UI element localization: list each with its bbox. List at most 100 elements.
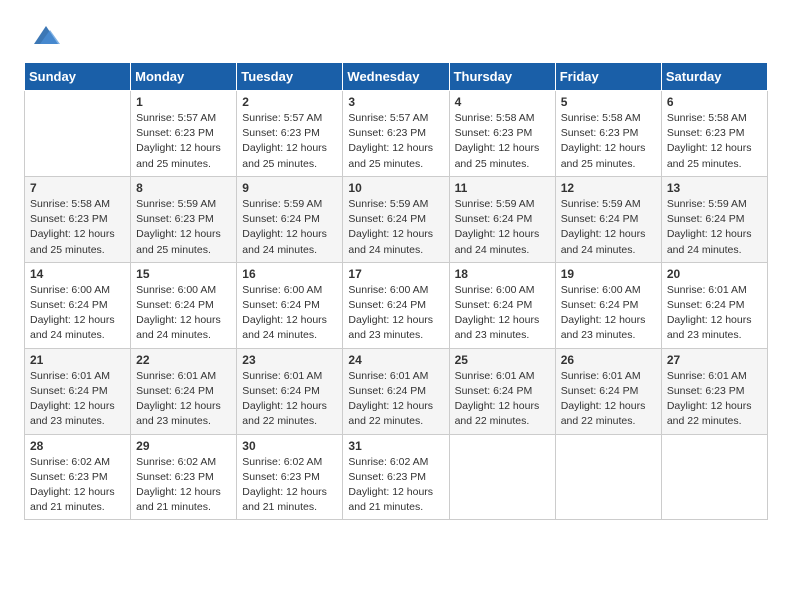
day-info: Sunrise: 6:01 AMSunset: 6:24 PMDaylight:…	[667, 283, 762, 344]
day-cell: 20Sunrise: 6:01 AMSunset: 6:24 PMDayligh…	[661, 262, 767, 348]
header-cell-monday: Monday	[131, 63, 237, 91]
day-info: Sunrise: 5:57 AMSunset: 6:23 PMDaylight:…	[242, 111, 337, 172]
week-row-1: 1 Sunrise: 5:57 AMSunset: 6:23 PMDaylight…	[25, 91, 768, 177]
day-number: 23	[242, 353, 337, 367]
day-info: Sunrise: 6:00 AMSunset: 6:24 PMDaylight:…	[136, 283, 231, 344]
day-info: Sunrise: 5:59 AMSunset: 6:24 PMDaylight:…	[348, 197, 443, 258]
logo-icon	[30, 22, 62, 48]
day-cell: 23Sunrise: 6:01 AMSunset: 6:24 PMDayligh…	[237, 348, 343, 434]
day-cell: 11 Sunrise: 5:59 AMSunset: 6:24 PMDayligh…	[449, 176, 555, 262]
day-info: Sunrise: 6:00 AMSunset: 6:24 PMDaylight:…	[455, 283, 550, 344]
day-number: 8	[136, 181, 231, 195]
day-info: Sunrise: 5:58 AMSunset: 6:23 PMDaylight:…	[561, 111, 656, 172]
day-number: 17	[348, 267, 443, 281]
day-cell: 2 Sunrise: 5:57 AMSunset: 6:23 PMDaylight…	[237, 91, 343, 177]
day-info: Sunrise: 6:01 AMSunset: 6:24 PMDaylight:…	[455, 369, 550, 430]
day-info: Sunrise: 5:59 AMSunset: 6:24 PMDaylight:…	[667, 197, 762, 258]
day-info: Sunrise: 5:58 AMSunset: 6:23 PMDaylight:…	[30, 197, 125, 258]
day-info: Sunrise: 5:59 AMSunset: 6:24 PMDaylight:…	[561, 197, 656, 258]
day-cell: 5 Sunrise: 5:58 AMSunset: 6:23 PMDaylight…	[555, 91, 661, 177]
day-number: 5	[561, 95, 656, 109]
day-info: Sunrise: 6:02 AMSunset: 6:23 PMDaylight:…	[30, 455, 125, 516]
day-number: 6	[667, 95, 762, 109]
day-number: 7	[30, 181, 125, 195]
day-number: 26	[561, 353, 656, 367]
day-info: Sunrise: 6:00 AMSunset: 6:24 PMDaylight:…	[30, 283, 125, 344]
day-number: 29	[136, 439, 231, 453]
day-info: Sunrise: 6:01 AMSunset: 6:24 PMDaylight:…	[561, 369, 656, 430]
logo	[24, 20, 62, 48]
day-info: Sunrise: 6:02 AMSunset: 6:23 PMDaylight:…	[136, 455, 231, 516]
day-number: 11	[455, 181, 550, 195]
week-row-2: 7 Sunrise: 5:58 AMSunset: 6:23 PMDaylight…	[25, 176, 768, 262]
header	[24, 20, 768, 48]
day-info: Sunrise: 5:59 AMSunset: 6:24 PMDaylight:…	[455, 197, 550, 258]
day-number: 18	[455, 267, 550, 281]
week-row-3: 14Sunrise: 6:00 AMSunset: 6:24 PMDayligh…	[25, 262, 768, 348]
day-cell: 15 Sunrise: 6:00 AMSunset: 6:24 PMDayligh…	[131, 262, 237, 348]
day-cell: 3 Sunrise: 5:57 AMSunset: 6:23 PMDaylight…	[343, 91, 449, 177]
day-cell	[449, 434, 555, 520]
day-cell: 27Sunrise: 6:01 AMSunset: 6:23 PMDayligh…	[661, 348, 767, 434]
header-cell-sunday: Sunday	[25, 63, 131, 91]
day-cell: 14Sunrise: 6:00 AMSunset: 6:24 PMDayligh…	[25, 262, 131, 348]
day-number: 4	[455, 95, 550, 109]
day-info: Sunrise: 6:01 AMSunset: 6:24 PMDaylight:…	[348, 369, 443, 430]
day-cell: 8Sunrise: 5:59 AMSunset: 6:23 PMDaylight…	[131, 176, 237, 262]
day-cell: 16 Sunrise: 6:00 AMSunset: 6:24 PMDayligh…	[237, 262, 343, 348]
day-info: Sunrise: 5:58 AMSunset: 6:23 PMDaylight:…	[455, 111, 550, 172]
day-cell: 12 Sunrise: 5:59 AMSunset: 6:24 PMDayligh…	[555, 176, 661, 262]
day-info: Sunrise: 6:02 AMSunset: 6:23 PMDaylight:…	[348, 455, 443, 516]
day-info: Sunrise: 6:00 AMSunset: 6:24 PMDaylight:…	[242, 283, 337, 344]
day-number: 28	[30, 439, 125, 453]
header-cell-wednesday: Wednesday	[343, 63, 449, 91]
day-cell: 7 Sunrise: 5:58 AMSunset: 6:23 PMDaylight…	[25, 176, 131, 262]
day-info: Sunrise: 6:01 AMSunset: 6:23 PMDaylight:…	[667, 369, 762, 430]
day-cell: 30 Sunrise: 6:02 AMSunset: 6:23 PMDayligh…	[237, 434, 343, 520]
day-cell: 17Sunrise: 6:00 AMSunset: 6:24 PMDayligh…	[343, 262, 449, 348]
day-info: Sunrise: 6:01 AMSunset: 6:24 PMDaylight:…	[30, 369, 125, 430]
day-cell: 21Sunrise: 6:01 AMSunset: 6:24 PMDayligh…	[25, 348, 131, 434]
day-number: 1	[136, 95, 231, 109]
day-number: 24	[348, 353, 443, 367]
day-cell: 18 Sunrise: 6:00 AMSunset: 6:24 PMDayligh…	[449, 262, 555, 348]
day-number: 3	[348, 95, 443, 109]
day-cell: 25 Sunrise: 6:01 AMSunset: 6:24 PMDayligh…	[449, 348, 555, 434]
day-number: 22	[136, 353, 231, 367]
day-cell: 13Sunrise: 5:59 AMSunset: 6:24 PMDayligh…	[661, 176, 767, 262]
day-number: 25	[455, 353, 550, 367]
day-number: 30	[242, 439, 337, 453]
day-number: 31	[348, 439, 443, 453]
day-cell: 31 Sunrise: 6:02 AMSunset: 6:23 PMDayligh…	[343, 434, 449, 520]
day-cell: 4 Sunrise: 5:58 AMSunset: 6:23 PMDaylight…	[449, 91, 555, 177]
day-cell: 22 Sunrise: 6:01 AMSunset: 6:24 PMDayligh…	[131, 348, 237, 434]
week-row-5: 28 Sunrise: 6:02 AMSunset: 6:23 PMDayligh…	[25, 434, 768, 520]
calendar-table: SundayMondayTuesdayWednesdayThursdayFrid…	[24, 62, 768, 520]
day-info: Sunrise: 5:58 AMSunset: 6:23 PMDaylight:…	[667, 111, 762, 172]
day-info: Sunrise: 6:01 AMSunset: 6:24 PMDaylight:…	[136, 369, 231, 430]
day-cell: 19Sunrise: 6:00 AMSunset: 6:24 PMDayligh…	[555, 262, 661, 348]
day-cell: 10Sunrise: 5:59 AMSunset: 6:24 PMDayligh…	[343, 176, 449, 262]
day-cell: 28 Sunrise: 6:02 AMSunset: 6:23 PMDayligh…	[25, 434, 131, 520]
day-number: 15	[136, 267, 231, 281]
day-number: 9	[242, 181, 337, 195]
header-cell-tuesday: Tuesday	[237, 63, 343, 91]
day-cell	[25, 91, 131, 177]
day-number: 12	[561, 181, 656, 195]
week-row-4: 21Sunrise: 6:01 AMSunset: 6:24 PMDayligh…	[25, 348, 768, 434]
day-info: Sunrise: 5:57 AMSunset: 6:23 PMDaylight:…	[348, 111, 443, 172]
header-cell-saturday: Saturday	[661, 63, 767, 91]
day-number: 2	[242, 95, 337, 109]
day-info: Sunrise: 5:57 AMSunset: 6:23 PMDaylight:…	[136, 111, 231, 172]
day-info: Sunrise: 5:59 AMSunset: 6:24 PMDaylight:…	[242, 197, 337, 258]
header-cell-friday: Friday	[555, 63, 661, 91]
day-info: Sunrise: 6:02 AMSunset: 6:23 PMDaylight:…	[242, 455, 337, 516]
day-cell: 24 Sunrise: 6:01 AMSunset: 6:24 PMDayligh…	[343, 348, 449, 434]
calendar-header: SundayMondayTuesdayWednesdayThursdayFrid…	[25, 63, 768, 91]
day-cell	[661, 434, 767, 520]
header-row: SundayMondayTuesdayWednesdayThursdayFrid…	[25, 63, 768, 91]
day-number: 16	[242, 267, 337, 281]
day-cell: 29 Sunrise: 6:02 AMSunset: 6:23 PMDayligh…	[131, 434, 237, 520]
day-cell: 1 Sunrise: 5:57 AMSunset: 6:23 PMDaylight…	[131, 91, 237, 177]
day-cell: 9 Sunrise: 5:59 AMSunset: 6:24 PMDaylight…	[237, 176, 343, 262]
